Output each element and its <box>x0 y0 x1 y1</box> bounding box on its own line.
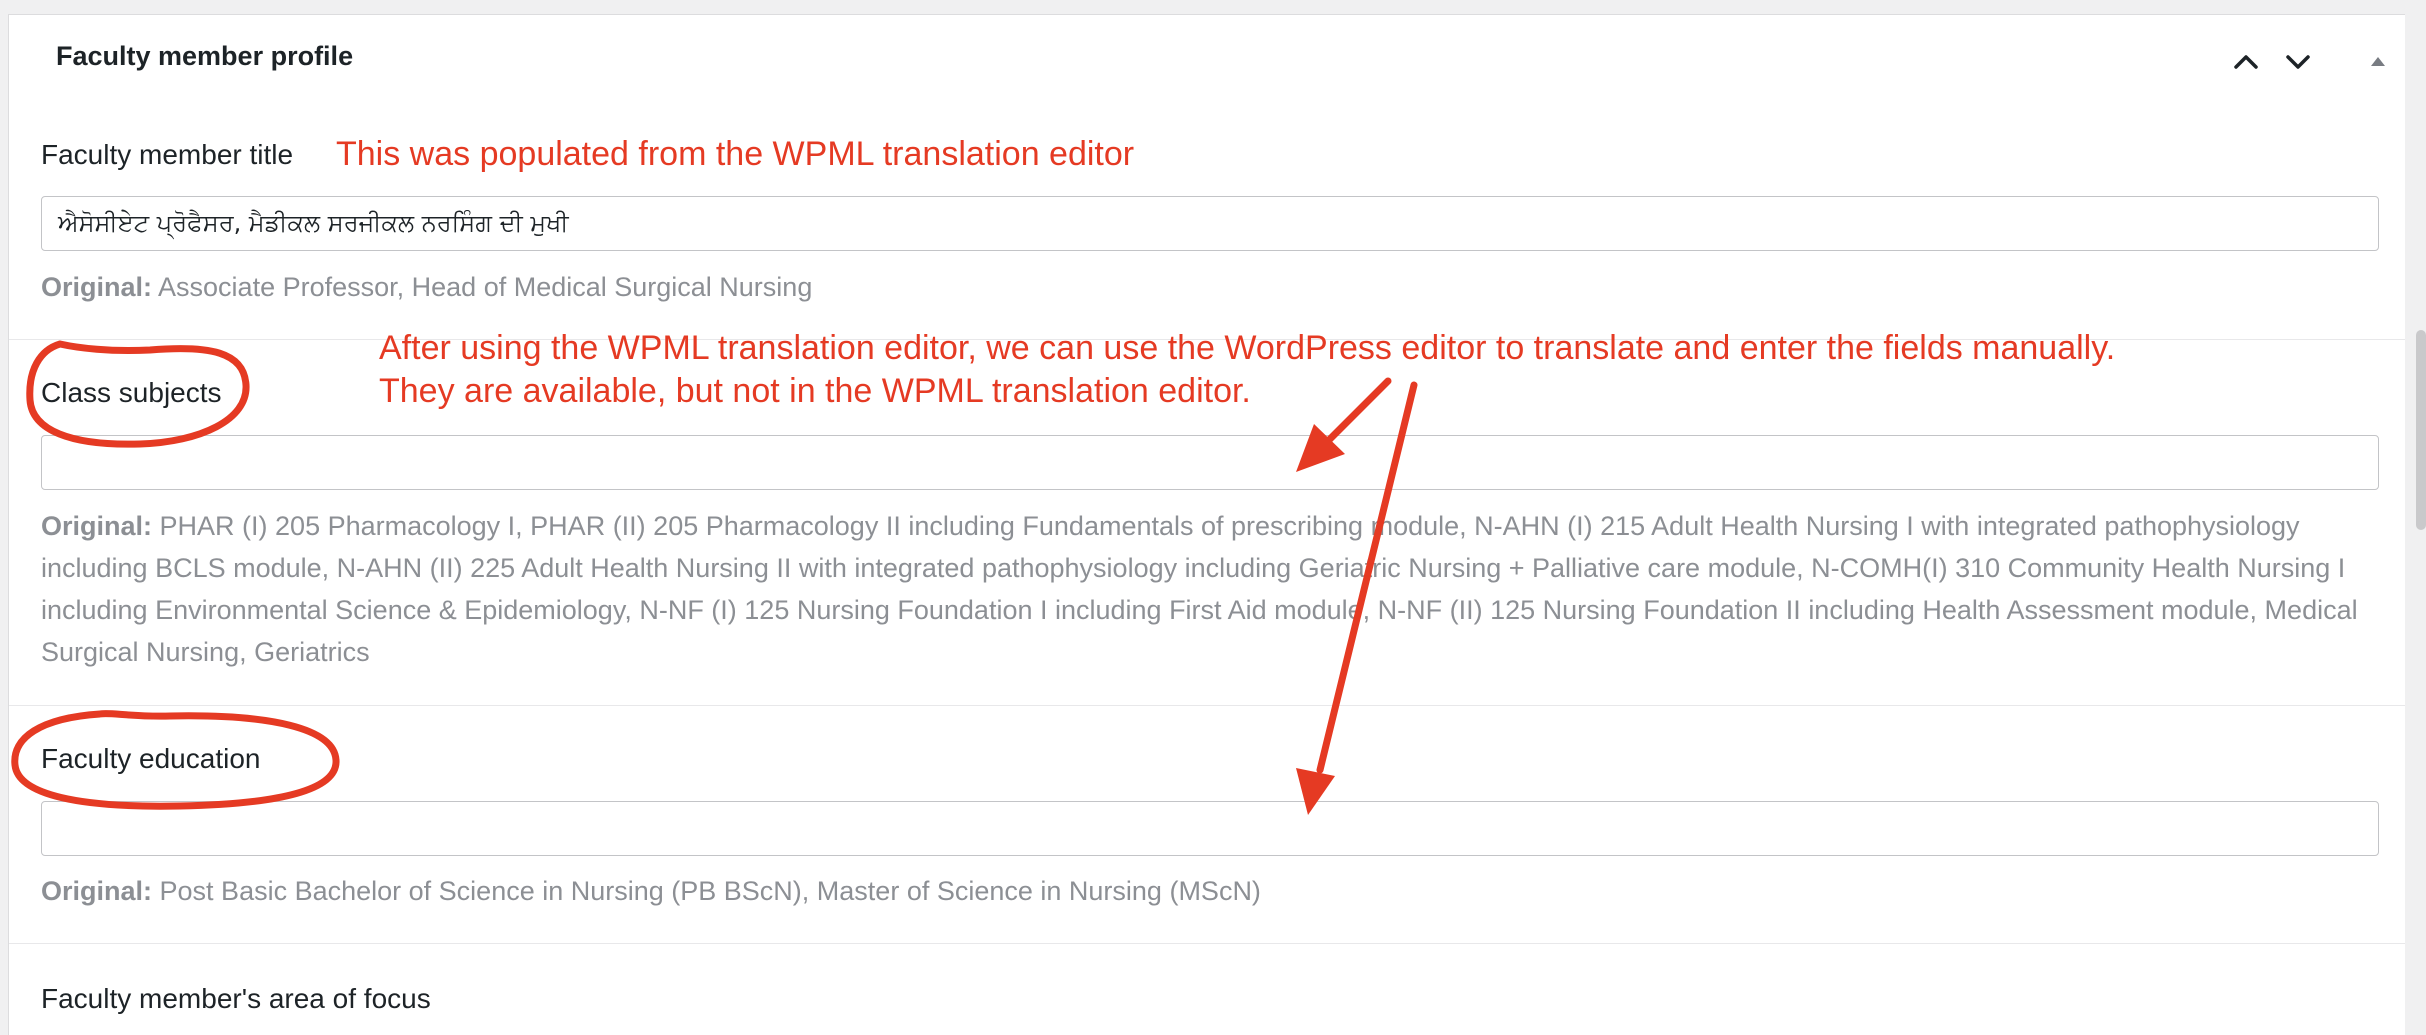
class-subjects-label: Class subjects <box>41 377 222 408</box>
annotation-populated-note: This was populated from the WPML transla… <box>336 135 1135 173</box>
faculty-member-title-input[interactable]: ਐਸੋਸੀਏਟ ਪ੍ਰੋਫੈਸਰ, ਮੈਡੀਕਲ ਸਰਜੀਕਲ ਨਰਸਿੰਗ ਦ… <box>41 196 2379 251</box>
original-prefix: Original: <box>41 876 153 906</box>
original-text: Associate Professor, Head of Medical Sur… <box>158 272 813 302</box>
chevron-up-icon <box>2234 55 2258 69</box>
original-prefix: Original: <box>41 272 153 302</box>
faculty-education-input[interactable] <box>41 801 2379 856</box>
scrollbar[interactable] <box>2416 330 2426 530</box>
chevron-down-icon <box>2286 55 2310 69</box>
faculty-education-label: Faculty education <box>41 743 261 774</box>
toggle-panel-button[interactable] <box>2358 41 2398 81</box>
original-text: Post Basic Bachelor of Science in Nursin… <box>159 876 1261 906</box>
move-down-button[interactable] <box>2278 41 2318 81</box>
section-divider <box>9 705 2405 706</box>
class-subjects-input[interactable] <box>41 435 2379 490</box>
faculty-member-title-original: Original: Associate Professor, Head of M… <box>41 266 2386 308</box>
original-text: PHAR (I) 205 Pharmacology I, PHAR (II) 2… <box>41 511 2358 667</box>
triangle-up-icon <box>2371 57 2385 66</box>
panel-title: Faculty member profile <box>56 41 354 71</box>
faculty-education-original: Original: Post Basic Bachelor of Science… <box>41 870 2386 912</box>
move-up-button[interactable] <box>2226 41 2266 81</box>
section-divider <box>9 943 2405 944</box>
class-subjects-original: Original: PHAR (I) 205 Pharmacology I, P… <box>41 505 2386 673</box>
annotation-manual-note-line1: After using the WPML translation editor,… <box>379 329 2116 367</box>
faculty-member-title-label: Faculty member title <box>41 139 294 170</box>
panel-header: Faculty member profile <box>9 15 2405 103</box>
annotation-manual-note-line2: They are available, but not in the WPML … <box>379 372 1251 410</box>
original-prefix: Original: <box>41 511 153 541</box>
area-of-focus-label: Faculty member's area of focus <box>41 983 431 1014</box>
